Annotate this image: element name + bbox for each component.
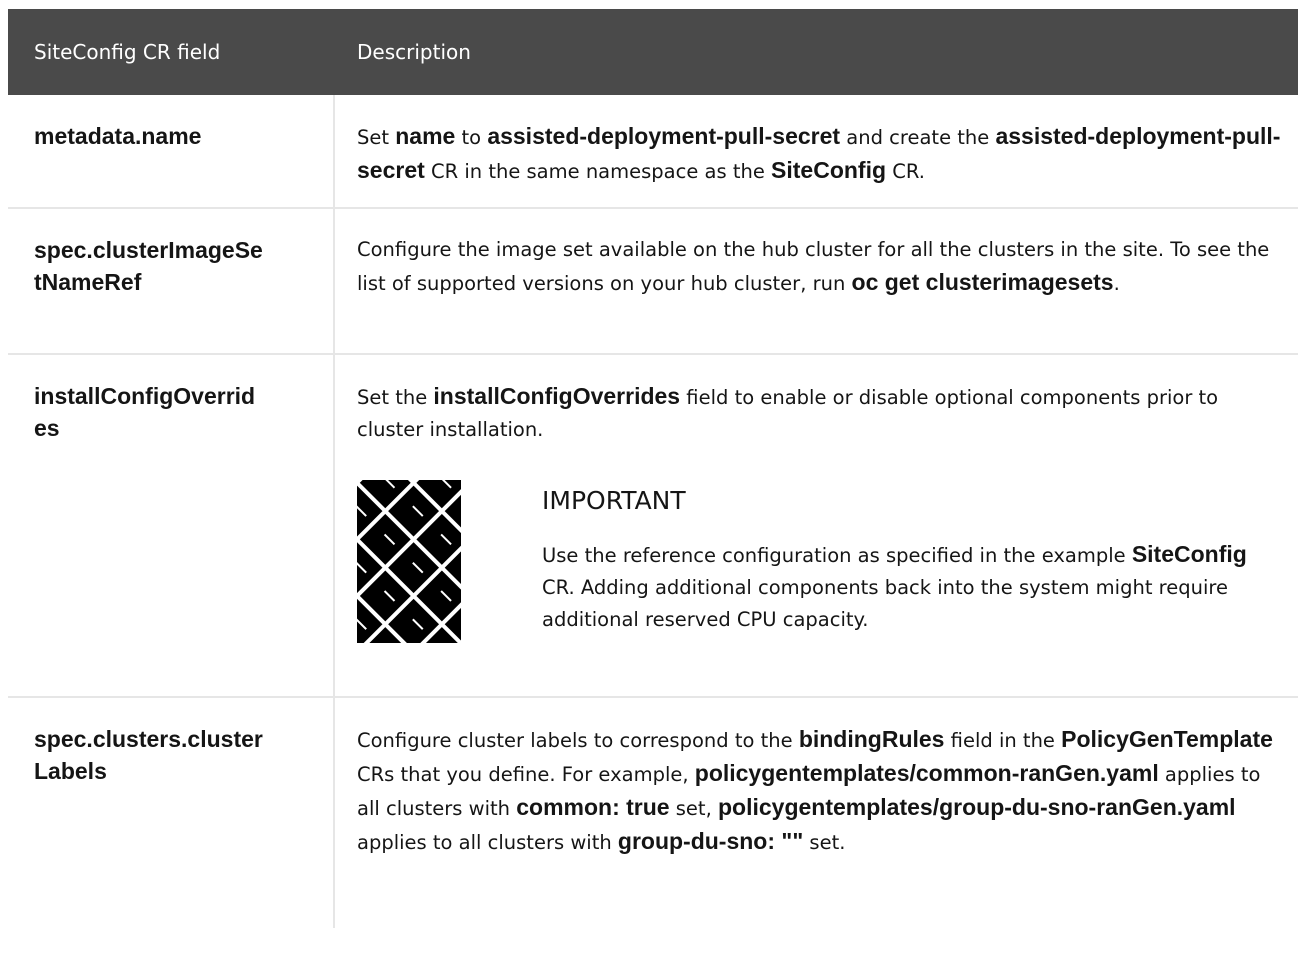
table-row: metadata.name Set name to assisted-deplo… [8,95,1298,209]
code-term: group-du-sno: "" [617,828,804,854]
code-term: common: true [516,794,670,820]
field-description: Set the installConfigOverrides field to … [357,380,1282,446]
text-run: applies to all clusters with [357,831,618,854]
text-run: Set the [357,386,434,409]
field-description: Configure cluster labels to correspond t… [335,698,1298,928]
code-term: SiteConfig [771,157,887,183]
code-term: policygentemplates/group-du-sno-ranGen.y… [717,794,1236,820]
code-term: name [395,123,456,149]
text-run: Use the reference configuration as speci… [542,544,1132,567]
text-run: Configure cluster labels to correspond t… [357,729,799,752]
field-description: Configure the image set available on the… [335,209,1298,353]
text-run: CR. [886,160,925,183]
sitecconfig-fields-table: SiteConfig CR field Description metadata… [8,9,1298,928]
text-run: Configure the image set available on the… [357,238,1270,295]
code-term: oc get clusterimagesets [851,269,1114,295]
text-run: CR in the same namespace as the [424,160,772,183]
text-run: Set [357,126,396,149]
text-run: and create the [840,126,996,149]
code-term: PolicyGenTemplate [1061,726,1273,752]
column-header-description: Description [357,40,471,64]
code-term: policygentemplates/common-ranGen.yaml [694,760,1159,786]
text-run: CR. Adding additional components back in… [542,576,1228,631]
admonition-text: Use the reference configuration as speci… [542,538,1282,636]
table-row: spec.clusters.cluster Labels Configure cl… [8,698,1298,928]
field-description: Set name to assisted-deployment-pull-sec… [335,95,1298,207]
field-name: spec.clusterImageSe tNameRef [8,209,335,353]
field-name: metadata.name [8,95,335,207]
table-row: spec.clusterImageSe tNameRef Configure th… [8,209,1298,355]
important-icon [357,480,461,643]
important-admonition: IMPORTANT Use the reference configuratio… [357,480,1282,643]
field-name: spec.clusters.cluster Labels [8,698,335,928]
field-name: installConfigOverrid es [8,355,335,696]
code-term: SiteConfig [1131,541,1247,567]
admonition-title: IMPORTANT [542,486,686,515]
table-row: installConfigOverrid es Set the installCo… [8,355,1298,698]
text-run: set. [803,831,846,854]
table-header: SiteConfig CR field Description [8,9,1298,95]
text-run: field in the [944,729,1062,752]
code-term: assisted-deployment-pull-secret [487,123,841,149]
text-run: CRs that you define. For example, [357,763,695,786]
text-run: set, [669,797,718,820]
text-run: to [455,126,488,149]
text-run: . [1113,272,1120,295]
code-term: bindingRules [798,726,945,752]
code-term: installConfigOverrides [433,383,681,409]
column-header-field: SiteConfig CR field [34,40,221,64]
